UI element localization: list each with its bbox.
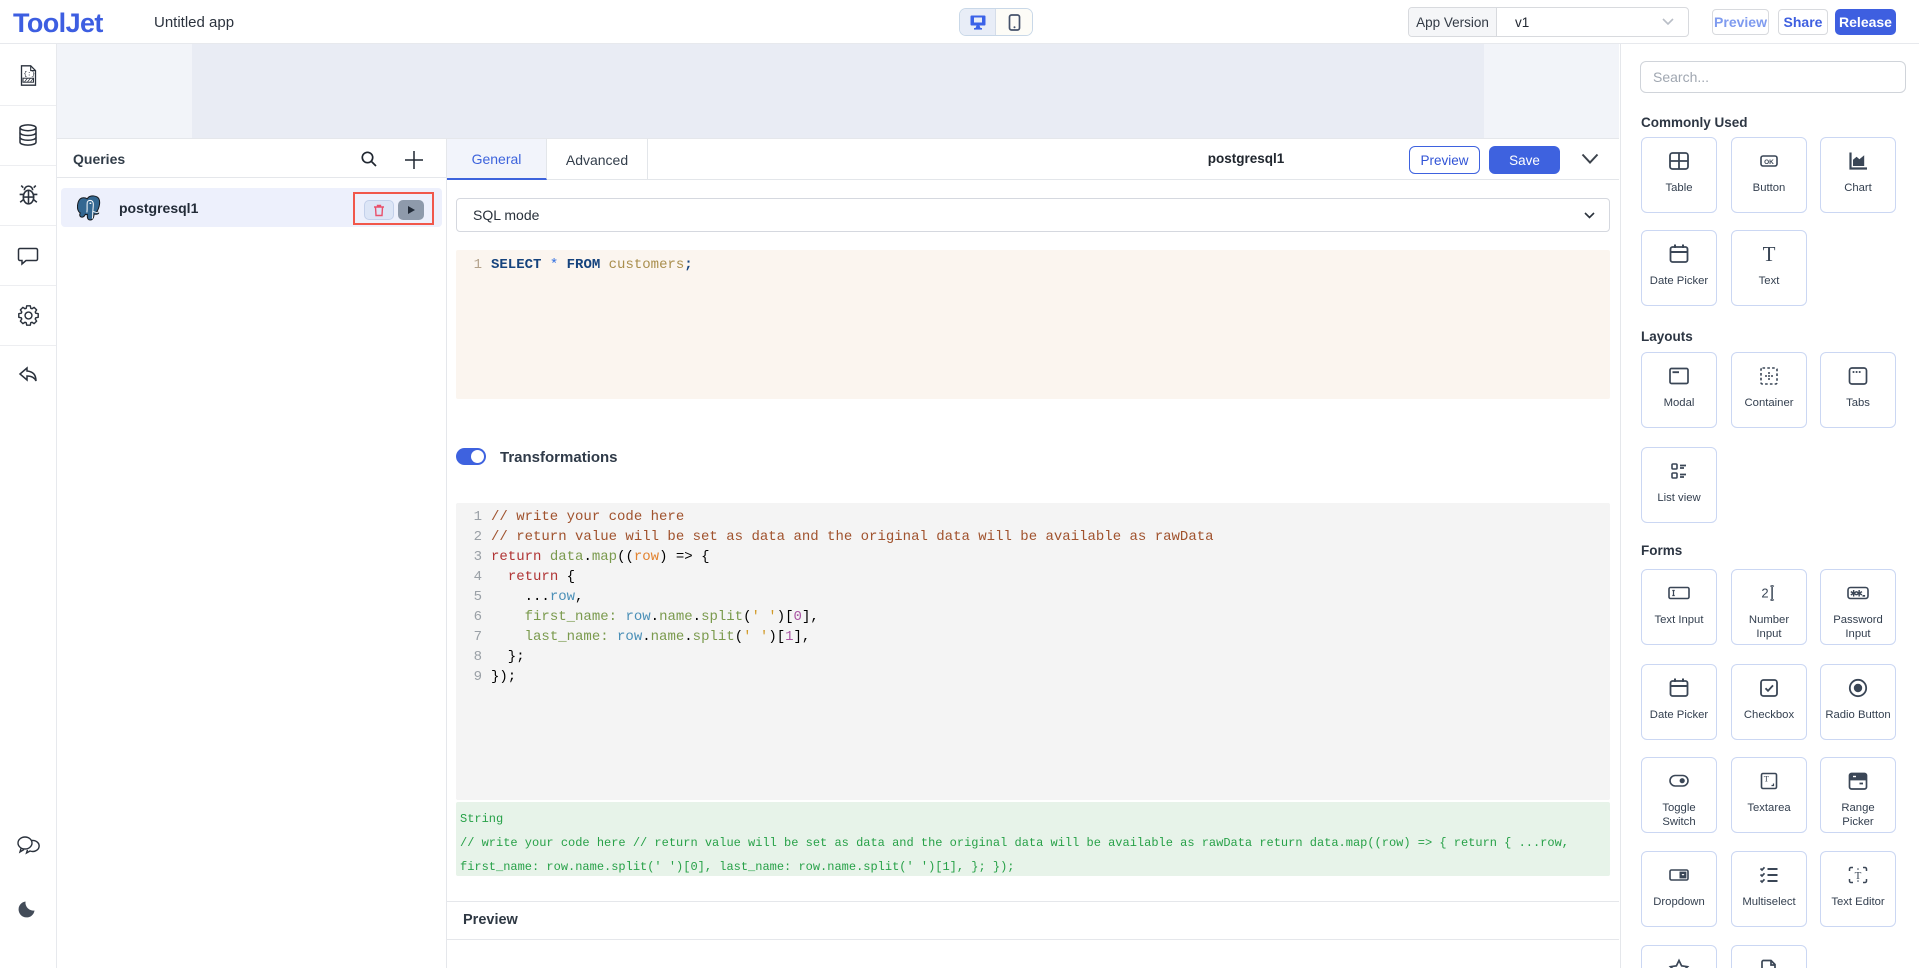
svg-text:T: T (1763, 242, 1776, 266)
svg-text:OK: OK (1764, 159, 1774, 166)
svg-text:T: T (1764, 774, 1770, 784)
svg-text:2: 2 (1761, 586, 1768, 601)
svg-text:✱: ✱ (1855, 589, 1863, 599)
svg-text:{:}: {:} (23, 70, 35, 77)
svg-text:T: T (1855, 870, 1862, 882)
